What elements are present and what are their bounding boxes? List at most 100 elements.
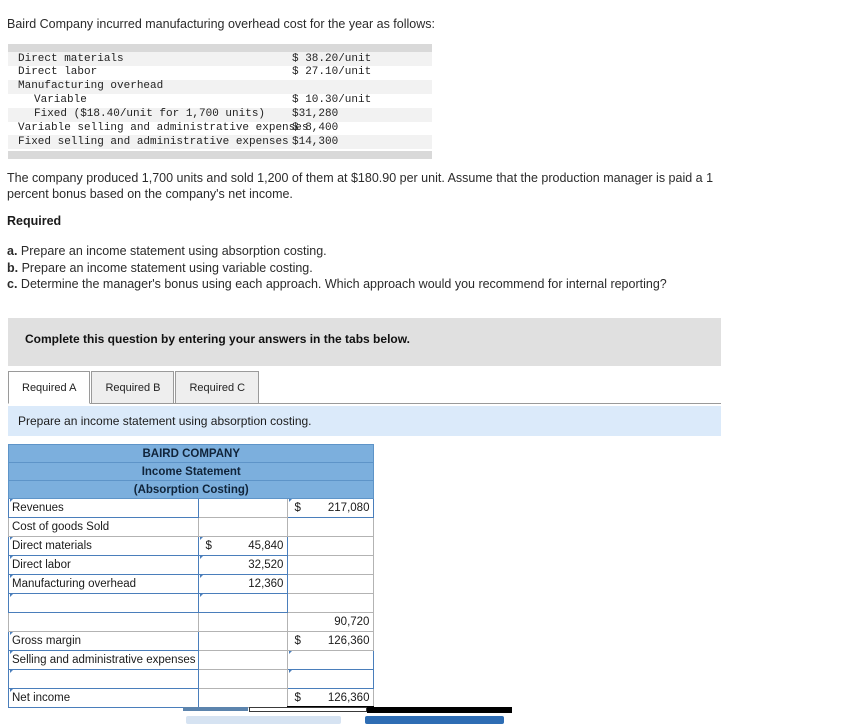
statement-row-label[interactable] <box>7 669 200 689</box>
given-table-top-bar <box>8 44 432 52</box>
statement-row-detail-amount <box>198 517 289 537</box>
next-required-button[interactable] <box>365 716 504 724</box>
given-row-label: Manufacturing overhead <box>8 79 286 94</box>
tab-instruction-banner: Prepare an income statement using absorp… <box>8 406 721 436</box>
statement-row-label[interactable]: Net income <box>7 688 200 708</box>
required-item-text: Prepare an income statement using variab… <box>21 260 313 275</box>
amount-value: 90,720 <box>334 616 370 628</box>
problem-paragraph: The company produced 1,700 units and sol… <box>7 170 749 202</box>
statement-row-label[interactable]: Gross margin <box>7 631 200 651</box>
statement-row: Gross margin $126,360 <box>7 631 375 651</box>
given-row-label: Variable selling and administrative expe… <box>18 122 309 135</box>
statement-title: (Absorption Costing) <box>7 480 375 499</box>
statement-row-detail-amount <box>198 498 289 518</box>
currency-symbol: $ <box>205 540 212 552</box>
currency-symbol: $ <box>294 691 301 704</box>
statement-title-row: (Absorption Costing) <box>7 480 375 499</box>
statement-row-detail-amount <box>198 650 289 670</box>
statement-row <box>7 593 375 613</box>
page-chrome-sliver-left <box>183 707 248 711</box>
given-row-value <box>286 79 432 94</box>
statement-row-total-amount: $126,360 <box>287 631 375 651</box>
statement-row-detail-amount[interactable] <box>198 593 289 613</box>
tab-instruction-text: Prepare an income statement using absorp… <box>18 414 312 428</box>
worksheet-page: Baird Company incurred manufacturing ove… <box>0 0 863 724</box>
statement-row-total-amount[interactable] <box>287 650 375 670</box>
statement-row-label[interactable]: Selling and administrative expenses <box>7 650 200 670</box>
statement-row: Direct materials $45,840 <box>7 536 375 556</box>
required-heading: Required <box>7 214 62 228</box>
statement-row-total-amount <box>287 536 375 556</box>
given-table-row: Variable selling and administrative expe… <box>8 122 432 136</box>
given-table-row: Fixed selling and administrative expense… <box>8 135 432 150</box>
statement-row-detail-amount[interactable]: $45,840 <box>198 536 289 556</box>
statement-row-label: Cost of goods Sold <box>7 517 200 537</box>
instruction-banner-text: Complete this question by entering your … <box>25 332 410 346</box>
footer-button-row <box>0 716 863 724</box>
tab-required-c[interactable]: Required C <box>175 371 260 404</box>
required-item-letter: a. <box>7 244 18 258</box>
statement-row-total-amount <box>287 574 375 594</box>
given-table-bottom-bar <box>8 151 432 160</box>
given-row-label: Fixed selling and administrative expense… <box>8 135 289 150</box>
amount-value: 45,840 <box>248 540 284 552</box>
previous-required-button[interactable] <box>186 716 341 724</box>
statement-row: Cost of goods Sold <box>7 517 375 537</box>
required-item-text: Prepare an income statement using absorp… <box>20 244 327 258</box>
statement-row <box>7 669 375 689</box>
required-item-letter: c. <box>7 277 18 292</box>
tab-required-b[interactable]: Required B <box>91 371 175 404</box>
given-row-value: $ 27.10/unit <box>292 66 372 79</box>
statement-row-total-amount <box>287 555 375 575</box>
given-table-row: Direct materials $ 38.20/unit <box>8 52 432 66</box>
statement-row-total-amount <box>287 517 375 537</box>
statement-row-total-amount <box>287 593 375 613</box>
statement-row-label[interactable]: Manufacturing overhead <box>7 574 200 594</box>
statement-title: BAIRD COMPANY <box>7 444 375 463</box>
given-row-label: Variable <box>34 94 87 107</box>
given-table-row: Direct labor $ 27.10/unit <box>8 66 432 80</box>
statement-row-total-amount[interactable]: $217,080 <box>287 498 375 518</box>
statement-row: Net income $126,360 <box>7 688 375 709</box>
statement-title: Income Statement <box>7 462 375 481</box>
statement-row: 90,720 <box>7 612 375 632</box>
statement-row-label[interactable]: Direct labor <box>7 555 200 575</box>
required-item-text: Determine the manager's bonus using each… <box>20 277 667 292</box>
statement-row-label <box>7 612 200 632</box>
amount-value: 217,080 <box>327 502 370 514</box>
amount-value: 126,360 <box>327 635 370 647</box>
statement-row-detail-amount[interactable]: 32,520 <box>198 555 289 575</box>
given-cost-table: Direct materials $ 38.20/unit Direct labor… <box>8 44 432 160</box>
required-item-letter: b. <box>7 260 19 275</box>
given-table-row: Fixed ($18.40/unit for 1,700 units) $31,2… <box>8 107 432 122</box>
tab-required-a[interactable]: Required A <box>8 371 91 404</box>
given-table-row: Variable $ 10.30/unit <box>8 94 432 108</box>
statement-row-total-amount[interactable] <box>287 669 375 689</box>
statement-row-detail-amount[interactable]: 12,360 <box>198 574 289 594</box>
statement-row-label[interactable]: Direct materials <box>7 536 200 556</box>
statement-row-label[interactable]: Revenues <box>7 498 200 518</box>
statement-row: Manufacturing overhead 12,360 <box>7 574 375 594</box>
given-row-value: $ 38.20/unit <box>286 52 432 66</box>
income-statement-grid[interactable]: BAIRD COMPANY Income Statement (Absorption… <box>7 444 375 709</box>
tab-strip-rule <box>8 403 721 404</box>
amount-value: 12,360 <box>248 578 284 590</box>
given-row-value: $ 10.30/unit <box>292 94 372 107</box>
statement-title-row: Income Statement <box>7 462 375 481</box>
statement-title-row: BAIRD COMPANY <box>7 444 375 463</box>
statement-row-detail-amount <box>198 688 289 708</box>
statement-row-detail-amount <box>198 669 289 689</box>
statement-row-detail-amount <box>198 631 289 651</box>
amount-value: 32,520 <box>248 559 284 571</box>
tab-strip: Required A Required B Required C <box>8 371 721 404</box>
page-chrome-sliver-right <box>367 707 512 713</box>
amount-value: 126,360 <box>327 691 370 704</box>
required-item: a. Prepare an income statement using abs… <box>7 243 767 260</box>
given-row-value: $31,280 <box>286 107 432 122</box>
given-row-label: Fixed ($18.40/unit for 1,700 units) <box>8 107 286 122</box>
statement-row-label[interactable] <box>7 593 200 613</box>
given-table: Direct materials $ 38.20/unit Direct labor… <box>8 52 432 150</box>
required-item: c. Determine the manager's bonus using e… <box>7 276 767 293</box>
instruction-banner: Complete this question by entering your … <box>8 318 721 366</box>
currency-symbol: $ <box>294 502 301 514</box>
